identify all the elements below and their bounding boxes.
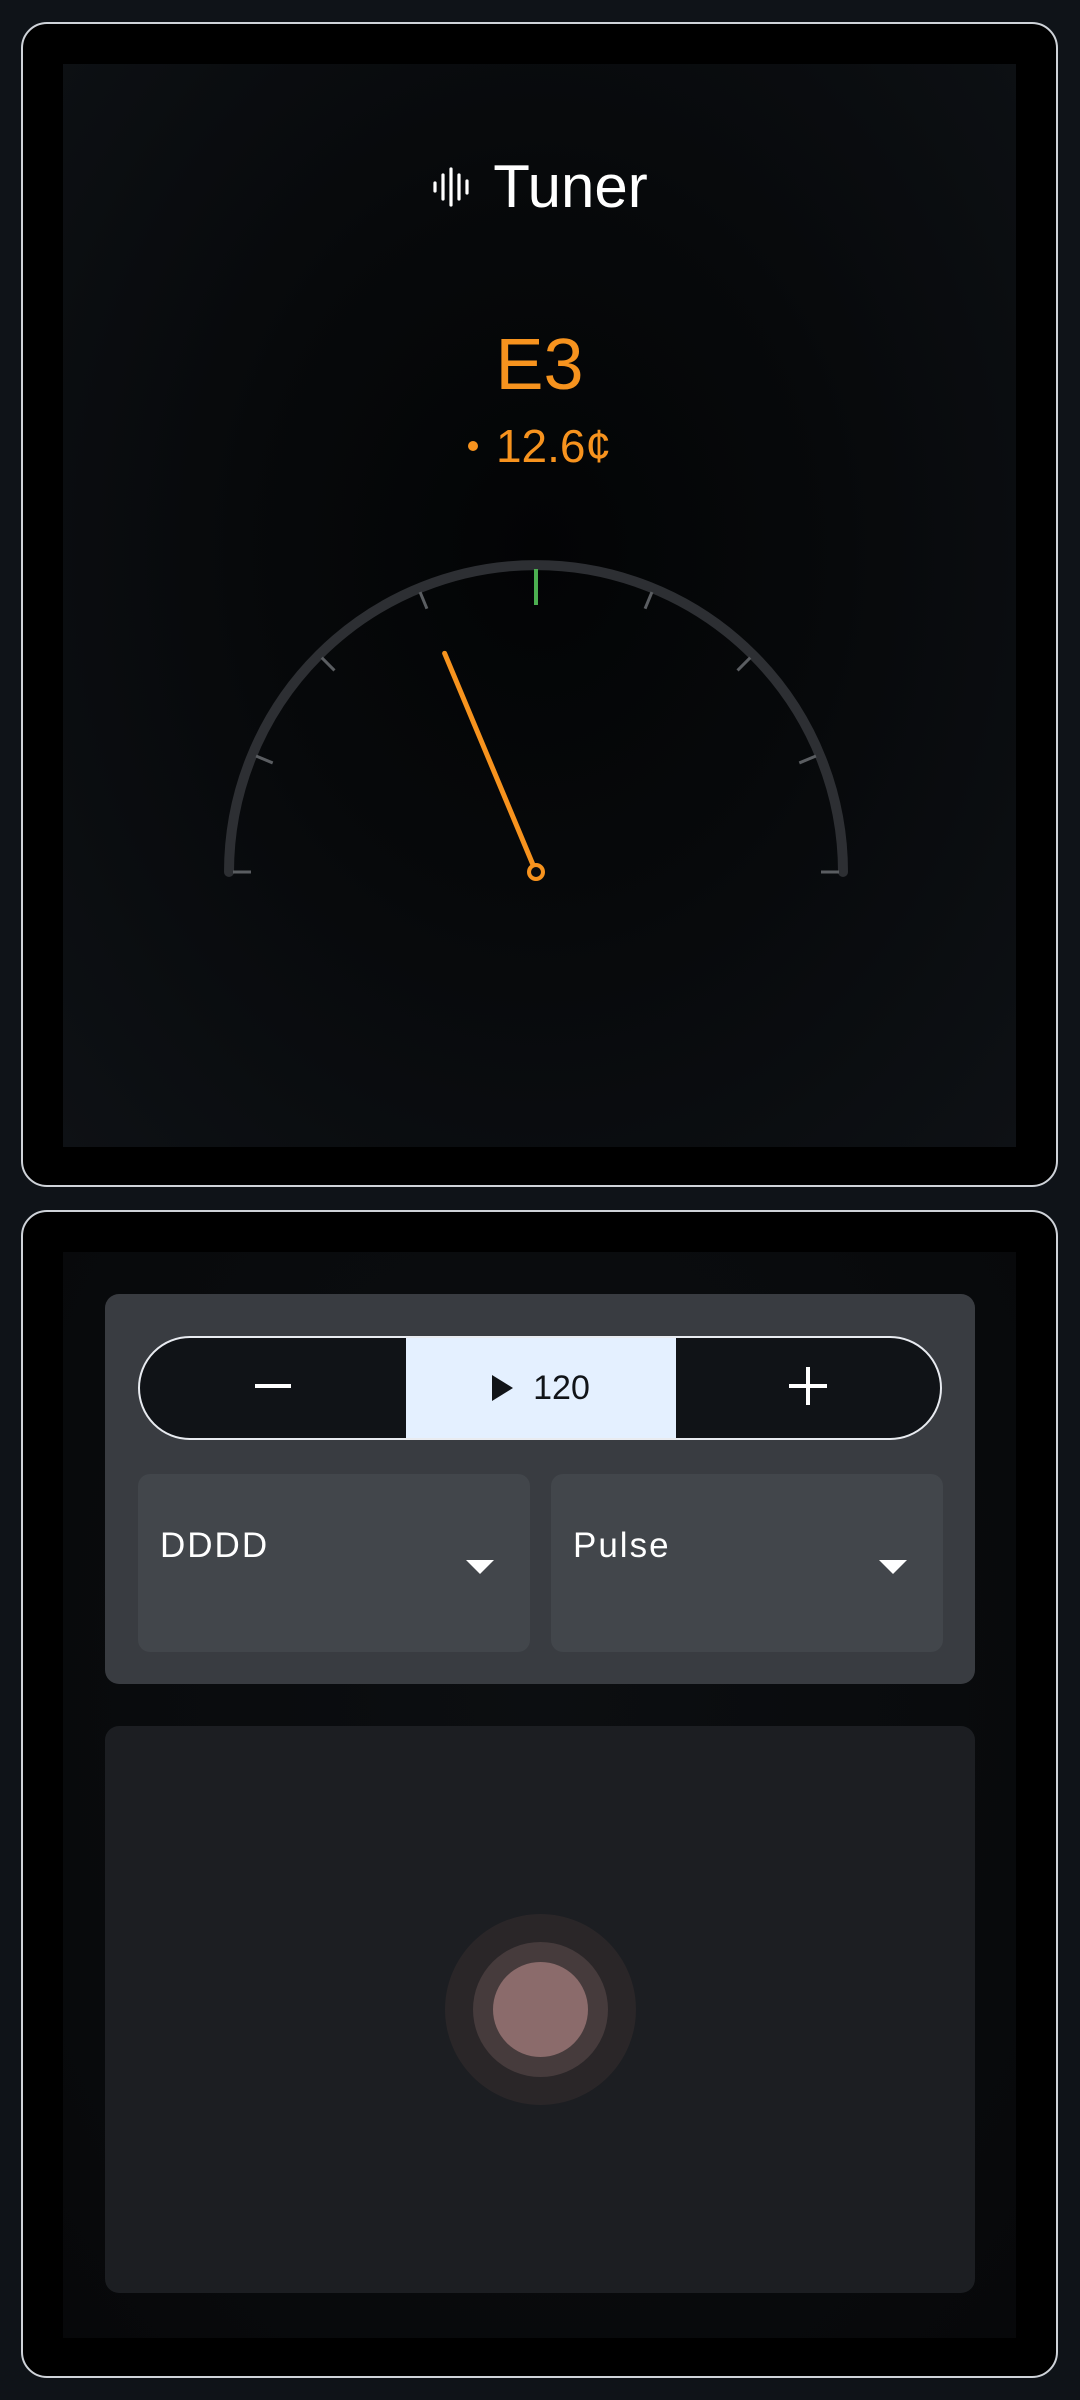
minus-icon [253,1366,293,1411]
gauge-tick [320,656,336,672]
bpm-value: 120 [533,1368,590,1407]
tempo-control: 120 [138,1336,942,1440]
beat-visualizer-pad[interactable] [105,1726,975,2293]
needle-pivot [527,863,545,881]
gauge-tick [418,591,429,610]
chevron-down-icon [466,1560,494,1574]
beat-indicator-ring [473,1942,608,2077]
plus-icon [787,1365,829,1412]
metronome-panel: 120 DDDD Pulse [63,1252,1016,2338]
gauge-tick [798,754,817,765]
needle-line [442,650,539,875]
gauge-arc [224,560,848,877]
chevron-down-icon [879,1560,907,1574]
beat-pattern-value: DDDD [160,1526,270,1565]
decrease-tempo-button[interactable] [140,1338,406,1438]
sound-value: Pulse [573,1526,671,1565]
play-button[interactable]: 120 [406,1338,676,1438]
increase-tempo-button[interactable] [676,1338,940,1438]
metronome-card: 120 DDDD Pulse [21,1210,1058,2378]
sound-dropdown[interactable]: Pulse [551,1474,943,1652]
tuner-card: Tuner E3 12.6¢ [21,22,1058,1187]
gauge-tick [643,591,654,610]
beat-pattern-dropdown[interactable]: DDDD [138,1474,530,1652]
play-icon [492,1375,514,1401]
gauge-tick [736,656,752,672]
tuner-panel: Tuner E3 12.6¢ [63,64,1016,1147]
gauge-tick [255,754,274,765]
beat-indicator-icon [445,1914,636,2105]
tuning-gauge [224,560,848,881]
tuning-needle [442,650,545,881]
metronome-controls: 120 DDDD Pulse [105,1294,975,1684]
beat-indicator-core [493,1962,588,2057]
gauge-ticks [233,569,839,874]
